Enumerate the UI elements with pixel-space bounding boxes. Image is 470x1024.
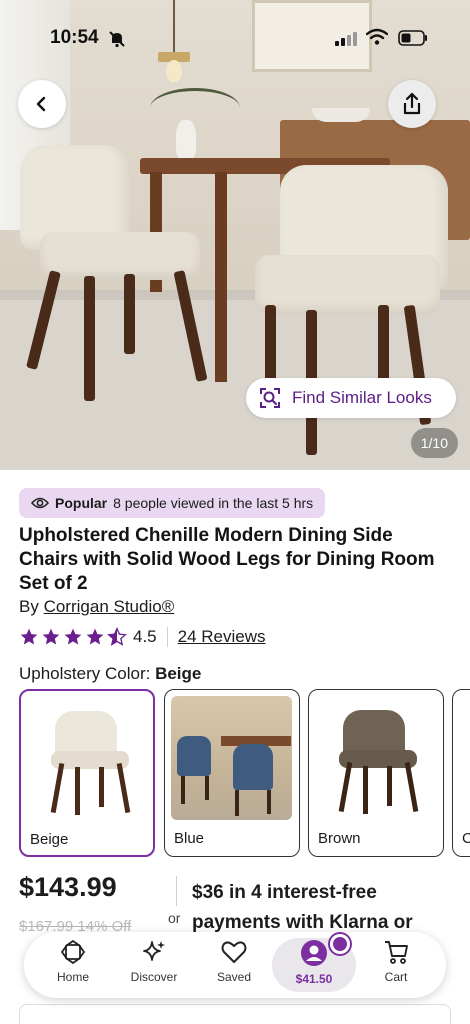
- chair-leg: [265, 305, 276, 385]
- status-bar: 10:54: [0, 0, 470, 70]
- signal-icon: [335, 32, 357, 46]
- notification-dot: [330, 934, 350, 954]
- find-similar-looks-button[interactable]: Find Similar Looks: [246, 378, 456, 418]
- star-icon: [42, 628, 60, 645]
- nav-saved[interactable]: Saved: [199, 938, 269, 992]
- image-counter: 1/10: [410, 428, 458, 458]
- nav-label: $41.50: [295, 972, 333, 986]
- table-leg: [215, 172, 227, 382]
- swatch-brown[interactable]: Brown: [308, 689, 444, 857]
- swatch-blue[interactable]: Blue: [164, 689, 300, 857]
- chair-leg: [378, 305, 389, 385]
- account-icon: [301, 940, 327, 966]
- status-time: 10:54: [50, 27, 99, 48]
- product-title: Upholstered Chenille Modern Dining Side …: [19, 525, 435, 594]
- nav-label: Saved: [216, 970, 252, 984]
- star-rating: [19, 627, 127, 647]
- popular-text: 8 people viewed in the last 5 hrs: [113, 495, 314, 511]
- popular-tag: Popular: [55, 495, 108, 511]
- share-icon: [403, 92, 421, 115]
- vase: [176, 120, 196, 160]
- nav-label: Home: [56, 970, 89, 984]
- brand-line: By Corrigan Studio®: [19, 597, 174, 617]
- star-icon: [64, 628, 82, 645]
- star-icon: [86, 628, 104, 645]
- swatch-more[interactable]: C: [452, 689, 470, 857]
- free-shipping-strip: [19, 1004, 451, 1024]
- eye-icon: [31, 497, 49, 509]
- swatch-image-blue: [171, 696, 292, 820]
- silent-bell-icon: [109, 31, 125, 48]
- wifi-icon: [366, 28, 388, 45]
- rating-row[interactable]: 4.5 24 Reviews: [19, 626, 266, 648]
- cart-icon: [385, 941, 408, 964]
- price-divider: [176, 876, 177, 906]
- bottom-nav: Home Discover Saved $41.50 Cart: [24, 932, 446, 998]
- swatch-label: Brown: [318, 830, 361, 847]
- by-prefix: By: [19, 597, 39, 616]
- chair-leg: [124, 274, 135, 354]
- battery-icon: [398, 30, 427, 46]
- nav-label: Cart: [384, 970, 408, 984]
- swatch-label: Blue: [174, 830, 205, 847]
- rating-value: 4.5: [133, 627, 157, 646]
- plant-branches: [150, 88, 240, 128]
- upholstery-color-label: Upholstery Color: Beige: [19, 664, 201, 684]
- half-star-icon: [107, 627, 127, 646]
- or-label: or: [168, 910, 181, 926]
- reviews-link[interactable]: 24 Reviews: [178, 627, 266, 647]
- back-button[interactable]: [18, 80, 66, 128]
- price: $143.99: [19, 872, 117, 902]
- chevron-left-icon: [36, 96, 46, 112]
- rating-divider: [166, 627, 168, 647]
- find-similar-label: Find Similar Looks: [292, 388, 432, 407]
- brand-link[interactable]: Corrigan Studio®: [44, 597, 175, 616]
- nav-cart[interactable]: Cart: [361, 938, 431, 992]
- klarna-offer[interactable]: $36 in 4 interest-free payments with Kla…: [192, 878, 432, 938]
- swatch-image-beige: [27, 697, 148, 821]
- visual-search-icon: [260, 388, 280, 408]
- swatch-label: Beige: [30, 831, 69, 848]
- sparkle-icon: [143, 941, 165, 961]
- bowl-decor: [312, 108, 370, 122]
- chair-leg: [84, 276, 95, 401]
- color-swatch-list[interactable]: Beige Blue Brown C: [19, 689, 470, 859]
- swatch-label: C: [462, 830, 470, 847]
- product-image[interactable]: Find Similar Looks 1/10: [0, 0, 470, 470]
- star-icon: [20, 628, 38, 645]
- nav-label: Discover: [130, 970, 178, 984]
- swatch-image-brown: [315, 696, 436, 820]
- popular-badge: Popular 8 people viewed in the last 5 hr…: [19, 488, 326, 518]
- heart-icon: [221, 941, 247, 963]
- swatch-beige[interactable]: Beige: [19, 689, 155, 857]
- nav-home[interactable]: Home: [38, 938, 108, 992]
- share-button[interactable]: [388, 80, 436, 128]
- selected-color-name: Beige: [155, 664, 202, 683]
- home-icon: [60, 939, 86, 965]
- color-label-prefix: Upholstery Color:: [19, 664, 151, 683]
- nav-discover[interactable]: Discover: [119, 938, 189, 992]
